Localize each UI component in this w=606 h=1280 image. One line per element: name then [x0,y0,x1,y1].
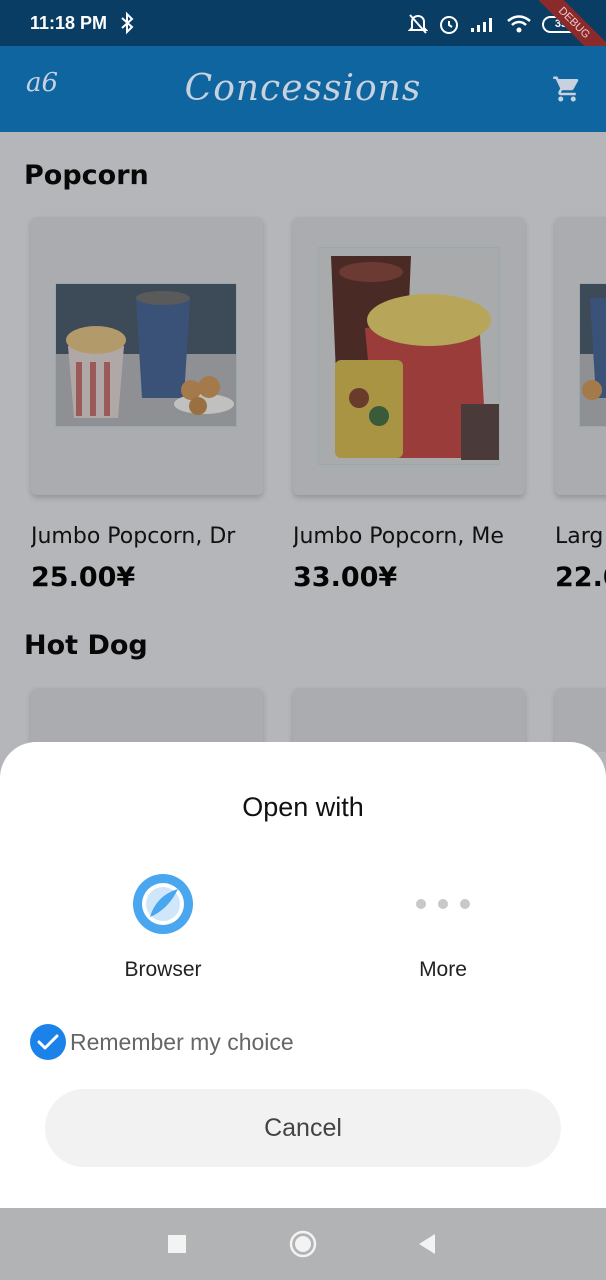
content-list: Popcorn Jumbo Popcorn, Dr 25.00¥ Jumbo P… [0,132,606,752]
sheet-title: Open with [242,792,364,822]
product-name: Jumbo Popcorn, Me [293,524,504,549]
section-title-hot-dog: Hot Dog [24,630,148,661]
product-price: 22.0 [555,562,606,593]
product-image [579,283,606,427]
more-dots-icon [411,872,475,936]
back-icon[interactable] [413,1230,441,1258]
wifi-icon [507,15,531,33]
product-card[interactable] [293,217,525,495]
section-title-popcorn: Popcorn [24,160,149,191]
option-browser[interactable]: Browser [83,872,243,982]
option-more[interactable]: More [363,872,523,982]
product-image [55,283,237,427]
remember-choice-checkbox[interactable]: Remember my choice [30,1024,294,1060]
option-label: More [419,958,467,981]
system-navigation-bar [0,1208,606,1280]
bluetooth-icon [121,11,134,35]
status-bar: 11:18 PM 35 DEBUG [0,0,606,72]
status-time: 11:18 PM [30,13,108,33]
notifications-off-icon [408,14,428,34]
option-label: Browser [124,958,202,981]
product-price: 33.00¥ [293,562,398,593]
checkmark-icon[interactable] [30,1024,66,1060]
home-icon[interactable] [289,1230,317,1258]
page-title: Concessions [184,68,422,109]
product-card[interactable] [555,217,606,495]
remember-choice-label: Remember my choice [70,1028,294,1055]
app-bar: a6 Concessions [0,46,606,132]
shopping-cart-icon[interactable] [552,74,582,104]
alarm-icon [440,16,458,34]
product-price: 25.00¥ [31,562,136,593]
signal-icon [471,18,492,32]
product-name: Larg [555,524,604,549]
product-image [318,247,500,465]
open-with-sheet: Open with Browser More Remember my choic… [0,742,606,1208]
cancel-button[interactable]: Cancel [45,1089,561,1167]
product-card[interactable] [31,217,263,495]
product-name: Jumbo Popcorn, Dr [31,524,236,549]
recents-icon[interactable] [163,1230,191,1258]
browser-icon [131,872,195,936]
